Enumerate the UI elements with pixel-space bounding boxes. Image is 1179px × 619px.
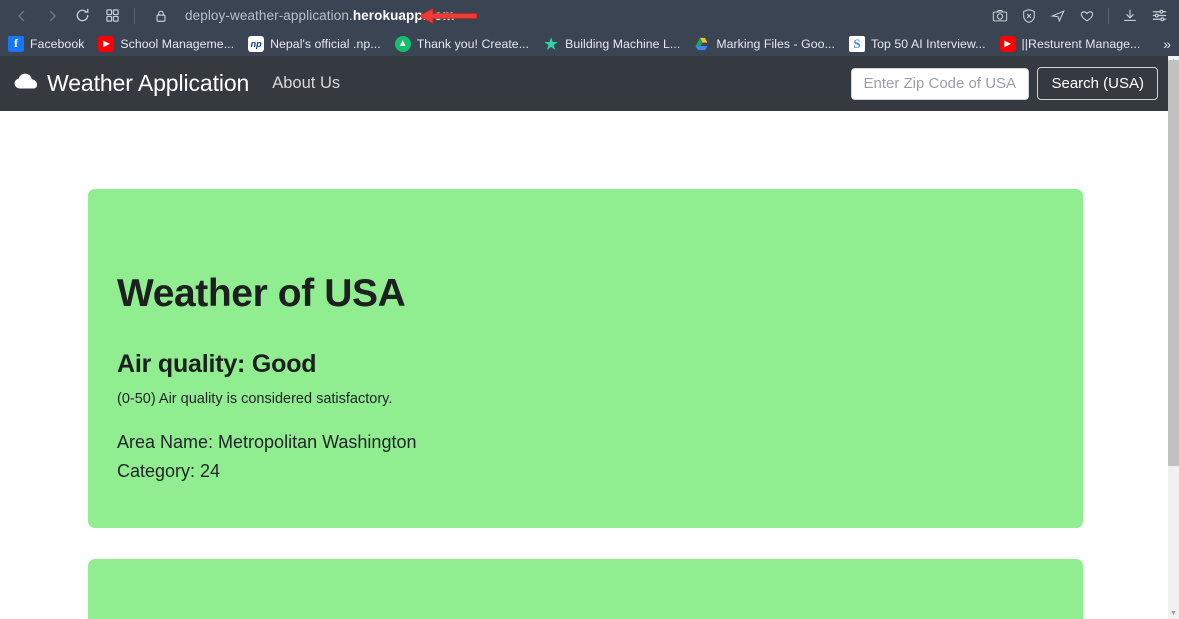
url-prefix: deploy-weather-application. bbox=[185, 8, 353, 23]
category-line: Category: 24 bbox=[117, 460, 221, 481]
bookmark-label: Marking Files - Goo... bbox=[716, 36, 835, 51]
bookmark-item[interactable]: ▲ Thank you! Create... bbox=[394, 35, 530, 52]
lock-icon[interactable] bbox=[147, 4, 175, 28]
tab-grid-icon[interactable] bbox=[98, 4, 126, 28]
settings-sliders-icon[interactable] bbox=[1145, 4, 1173, 28]
bookmark-label: Building Machine L... bbox=[565, 36, 681, 51]
nav-link-about-us[interactable]: About Us bbox=[272, 74, 340, 93]
shield-block-icon[interactable] bbox=[1015, 4, 1043, 28]
facebook-icon: f bbox=[8, 35, 24, 52]
zip-code-input[interactable] bbox=[851, 67, 1030, 100]
page-viewport: Weather Application About Us Search (USA… bbox=[0, 56, 1179, 619]
brand[interactable]: Weather Application bbox=[14, 70, 249, 97]
star-icon: ★ bbox=[544, 35, 558, 52]
page-content: Weather of USA Air quality: Good (0-50) … bbox=[0, 111, 1168, 619]
air-quality-note: (0-50) Air quality is considered satisfa… bbox=[117, 390, 393, 407]
np-registry-icon: np bbox=[248, 35, 265, 52]
weather-card-usa: Weather of USA Air quality: Good (0-50) … bbox=[88, 189, 1083, 528]
brand-title: Weather Application bbox=[47, 70, 250, 96]
scroll-down-arrow-icon[interactable]: ▼ bbox=[1168, 608, 1179, 619]
bookmark-item[interactable]: ▶ ||Resturent Manage... bbox=[999, 35, 1141, 52]
google-drive-icon bbox=[694, 36, 710, 52]
bookmark-item[interactable]: ▶ School Manageme... bbox=[98, 35, 235, 52]
share-send-icon[interactable] bbox=[1044, 4, 1072, 28]
cloud-icon bbox=[14, 73, 38, 95]
bookmark-label: ||Resturent Manage... bbox=[1021, 36, 1141, 51]
card-title: Weather of USA bbox=[117, 272, 406, 315]
page-scrollbar[interactable]: ▲ ▼ bbox=[1168, 56, 1179, 619]
bookmark-label: Thank you! Create... bbox=[416, 36, 530, 51]
browser-window: deploy-weather-application.herokuapp.com bbox=[0, 0, 1179, 619]
bookmark-item[interactable]: Marking Files - Goo... bbox=[694, 36, 835, 52]
bookmark-label: Nepal's official .np... bbox=[270, 36, 381, 51]
scrollbar-thumb[interactable] bbox=[1168, 60, 1179, 466]
browser-actions bbox=[986, 0, 1173, 31]
youtube-icon: ▶ bbox=[98, 35, 115, 52]
red-left-arrow-annotation bbox=[419, 8, 477, 24]
bookmarks-overflow-button[interactable]: » bbox=[1163, 31, 1171, 56]
search-usa-button[interactable]: Search (USA) bbox=[1037, 67, 1158, 100]
reload-icon[interactable] bbox=[68, 4, 96, 28]
green-circle-icon: ▲ bbox=[394, 35, 411, 52]
area-name-line: Area Name: Metropolitan Washington bbox=[117, 431, 417, 452]
bookmark-label: Top 50 AI Interview... bbox=[870, 36, 986, 51]
weather-card-nepal: Weather of Nepal bbox=[88, 559, 1083, 619]
address-bar[interactable]: deploy-weather-application.herokuapp.com bbox=[185, 8, 455, 23]
air-quality-heading: Air quality: Good bbox=[117, 349, 317, 378]
bookmark-item[interactable]: ★ Building Machine L... bbox=[543, 36, 680, 52]
heart-favorite-icon[interactable] bbox=[1073, 4, 1101, 28]
bookmark-label: School Manageme... bbox=[120, 36, 235, 51]
site-navbar: Weather Application About Us Search (USA… bbox=[0, 56, 1168, 111]
bookmark-item[interactable]: S Top 50 AI Interview... bbox=[848, 35, 986, 52]
bookmarks-bar: f Facebook ▶ School Manageme... np Nepal… bbox=[0, 31, 1179, 56]
toolbar-divider bbox=[134, 7, 135, 24]
bookmark-item[interactable]: f Facebook bbox=[8, 35, 85, 52]
actions-divider bbox=[1108, 7, 1109, 24]
bookmark-item[interactable]: np Nepal's official .np... bbox=[248, 35, 381, 52]
forward-chevron-icon[interactable] bbox=[38, 4, 66, 28]
browser-toolbar: deploy-weather-application.herokuapp.com bbox=[0, 0, 1179, 31]
back-chevron-icon[interactable] bbox=[8, 4, 36, 28]
card-body: Weather of Nepal bbox=[88, 559, 1083, 619]
camera-capture-icon[interactable] bbox=[986, 4, 1014, 28]
simplilearn-icon: S bbox=[848, 35, 865, 52]
navigation-buttons bbox=[8, 4, 175, 28]
youtube-icon: ▶ bbox=[999, 35, 1016, 52]
zip-search-form: Search (USA) bbox=[851, 56, 1158, 111]
bookmark-label: Facebook bbox=[30, 36, 85, 51]
card-body: Weather of USA Air quality: Good (0-50) … bbox=[88, 189, 1083, 485]
download-icon[interactable] bbox=[1116, 4, 1144, 28]
